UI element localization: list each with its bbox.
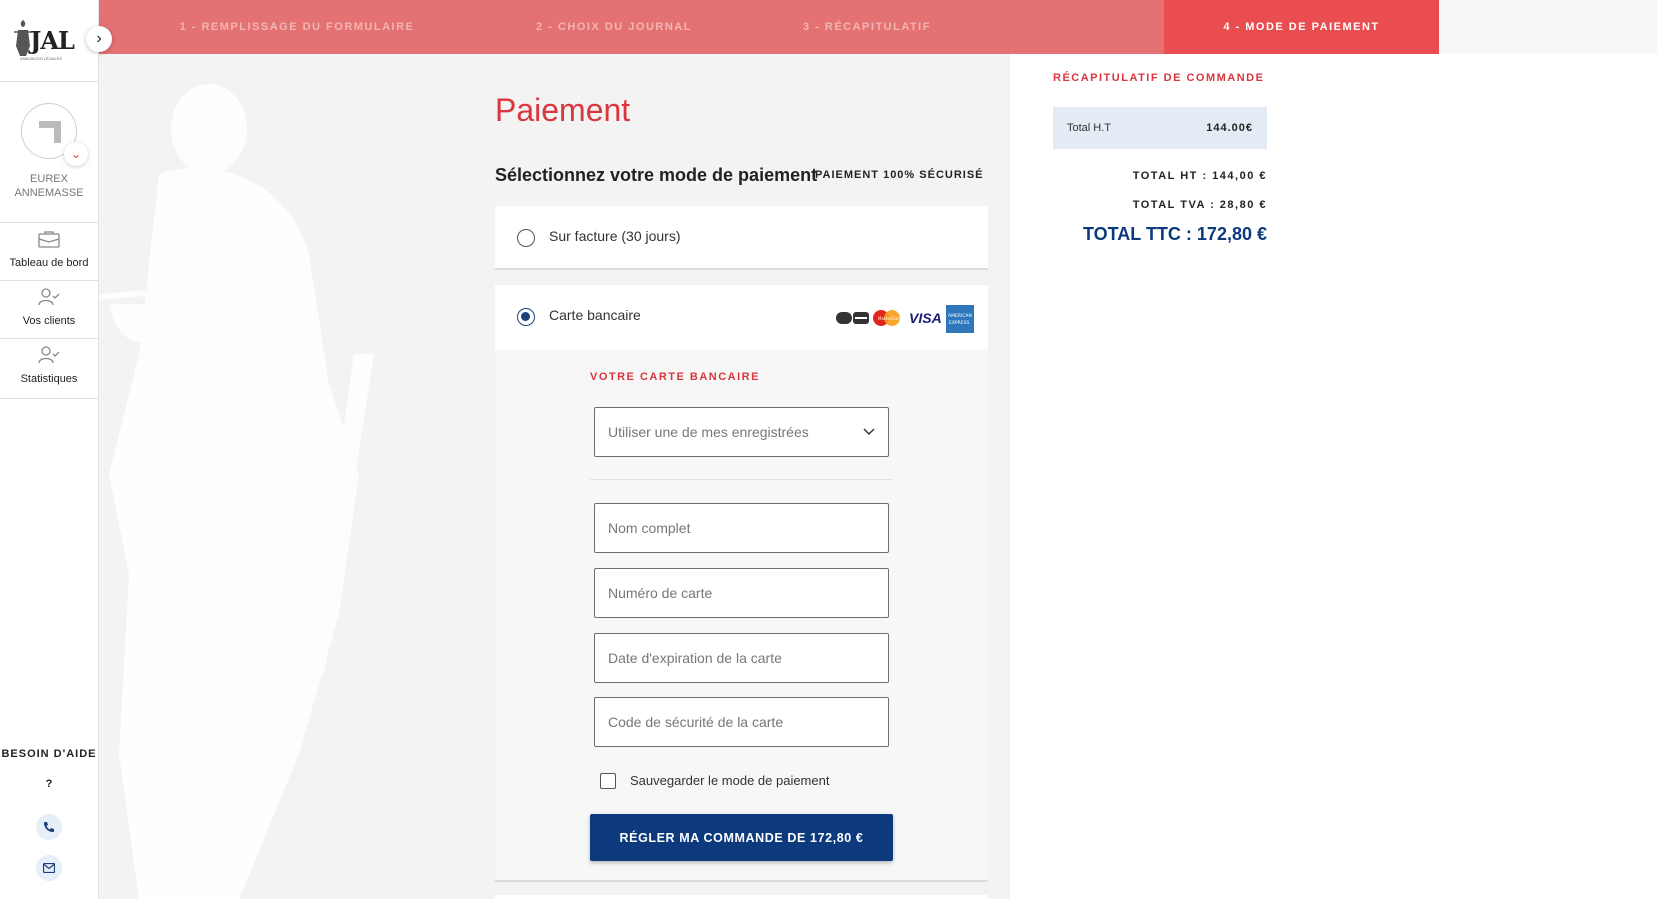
- cb-logo-icon: [836, 312, 869, 324]
- total-ttc: TOTAL TTC : 172,80 €: [1082, 224, 1267, 244]
- card-radio[interactable]: [517, 308, 535, 326]
- total-tva: TOTAL TVA : 28,80 €: [1132, 199, 1267, 211]
- invoice-radio[interactable]: [517, 229, 535, 247]
- saved-cards-placeholder: Utiliser une de mes enregistrées: [608, 424, 809, 440]
- mastercard-logo-icon: MasterCard: [873, 310, 901, 326]
- card-network-logos: MasterCard VISA AMERICAN EXPRESS: [836, 304, 976, 334]
- card-expiry-placeholder: Date d'expiration de la carte: [608, 650, 782, 666]
- help-question-link[interactable]: ?: [0, 778, 98, 790]
- sidebar-item-label: Statistiques: [20, 373, 78, 385]
- sidebar-divider: [0, 222, 98, 223]
- save-payment-label[interactable]: Sauvegarder le mode de paiement: [630, 773, 829, 788]
- chevron-down-icon: [863, 425, 875, 439]
- user-check-icon: [0, 288, 98, 311]
- section-title: Sélectionnez votre mode de paiement: [495, 165, 818, 185]
- sidebar-item-statistics[interactable]: Statistiques: [0, 346, 98, 385]
- payment-option-label: Sur facture (30 jours): [549, 228, 681, 244]
- jal-logo[interactable]: JAL ANNONCES LÉGALES: [12, 18, 82, 64]
- briefcase-icon: [0, 230, 98, 253]
- sidebar-divider: [0, 338, 98, 339]
- visa-logo-icon: VISA: [909, 310, 942, 326]
- sidebar-divider: [0, 81, 98, 82]
- card-number-input[interactable]: Numéro de carte: [594, 568, 889, 618]
- next-option-card-edge: [495, 895, 988, 899]
- page-title: Paiement: [495, 92, 631, 128]
- pay-order-button[interactable]: RÉGLER MA COMMANDE DE 172,80 €: [590, 814, 893, 861]
- right-blank-area: [1439, 54, 1657, 899]
- svg-text:AMERICAN: AMERICAN: [948, 313, 972, 319]
- cardholder-name-placeholder: Nom complet: [608, 520, 691, 536]
- panel-divider: [590, 479, 893, 480]
- svg-text:MasterCard: MasterCard: [878, 316, 901, 321]
- user-check-icon: [0, 346, 98, 369]
- sidebar-item-dashboard[interactable]: Tableau de bord: [0, 230, 98, 269]
- sidebar-divider: [0, 398, 98, 399]
- step-payment[interactable]: 4 - MODE DE PAIEMENT: [1164, 0, 1439, 54]
- payment-option-invoice[interactable]: Sur facture (30 jours): [495, 206, 988, 270]
- logo-subtitle: ANNONCES LÉGALES: [20, 56, 63, 61]
- cardholder-name-input[interactable]: Nom complet: [594, 503, 889, 553]
- total-ht: TOTAL HT : 144,00 €: [1132, 170, 1267, 182]
- mail-icon: [43, 863, 55, 873]
- sidebar-expand-chevron-icon[interactable]: ›: [86, 26, 112, 52]
- sidebar: JAL ANNONCES LÉGALES ⌄ EUREX ANNEMASSE T…: [0, 0, 99, 899]
- account-name: EUREX ANNEMASSE: [14, 173, 84, 199]
- sidebar-divider: [0, 280, 98, 281]
- card-cvc-placeholder: Code de sécurité de la carte: [608, 714, 784, 730]
- secure-payment-badge: PAIEMENT 100% SÉCURISÉ: [815, 169, 984, 181]
- summary-row-value: 144.00€: [1206, 122, 1253, 134]
- summary-heading: RÉCAPITULATIF DE COMMANDE: [1053, 72, 1265, 84]
- email-button[interactable]: [36, 855, 62, 881]
- avatar-placeholder-shape: [39, 121, 61, 143]
- step-recap[interactable]: 3 - RÉCAPITULATIF: [733, 0, 1164, 54]
- lady-justice-watermark: [99, 54, 419, 899]
- summary-row: Total H.T 144.00€: [1053, 107, 1267, 149]
- sidebar-item-label: Tableau de bord: [9, 257, 89, 269]
- step-form[interactable]: 1 - REMPLISSAGE DU FORMULAIRE: [99, 0, 495, 54]
- svg-text:EXPRESS: EXPRESS: [949, 320, 969, 326]
- card-panel-heading: VOTRE CARTE BANCAIRE: [590, 371, 760, 383]
- amex-logo-icon: AMERICAN EXPRESS: [946, 305, 974, 333]
- sidebar-item-label: Vos clients: [22, 315, 76, 327]
- checkout-steps: 1 - REMPLISSAGE DU FORMULAIRE 2 - CHOIX …: [99, 0, 1439, 54]
- sidebar-item-clients[interactable]: Vos clients: [0, 288, 98, 327]
- save-payment-checkbox[interactable]: [600, 773, 616, 789]
- step-journal[interactable]: 2 - CHOIX DU JOURNAL: [495, 0, 733, 54]
- payment-option-label: Carte bancaire: [549, 307, 641, 323]
- help-title: BESOIN D'AIDE: [1, 748, 97, 760]
- saved-cards-select[interactable]: Utiliser une de mes enregistrées: [594, 407, 889, 457]
- card-cvc-input[interactable]: Code de sécurité de la carte: [594, 697, 889, 747]
- summary-row-label: Total H.T: [1067, 122, 1112, 134]
- account-menu-chevron-icon[interactable]: ⌄: [64, 142, 88, 166]
- phone-icon: [44, 822, 54, 832]
- card-number-placeholder: Numéro de carte: [608, 585, 713, 601]
- card-expiry-input[interactable]: Date d'expiration de la carte: [594, 633, 889, 683]
- phone-button[interactable]: [36, 814, 62, 840]
- steps-bar-filler: [1439, 0, 1657, 54]
- logo-text: JAL: [30, 26, 75, 55]
